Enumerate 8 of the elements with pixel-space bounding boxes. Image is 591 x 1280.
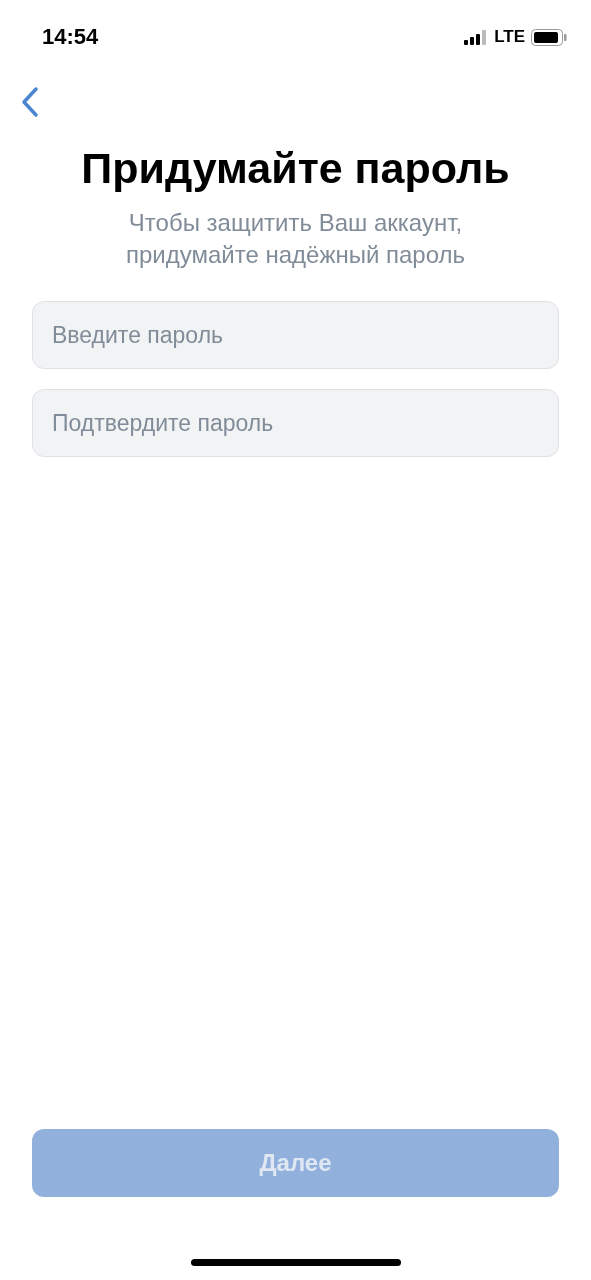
- network-label: LTE: [494, 27, 525, 47]
- password-field[interactable]: Введите пароль: [32, 301, 559, 369]
- page-title: Придумайте пароль: [80, 144, 511, 193]
- password-field[interactable]: Подтвердите пароль: [32, 389, 559, 457]
- status-time: 14:54: [42, 24, 99, 50]
- page-subtitle: Чтобы защитить Ваш аккаунт, придумайте надёжный пароль: [124, 208, 467, 270]
- signal-icon: [464, 29, 489, 45]
- battery-icon: [531, 28, 567, 46]
